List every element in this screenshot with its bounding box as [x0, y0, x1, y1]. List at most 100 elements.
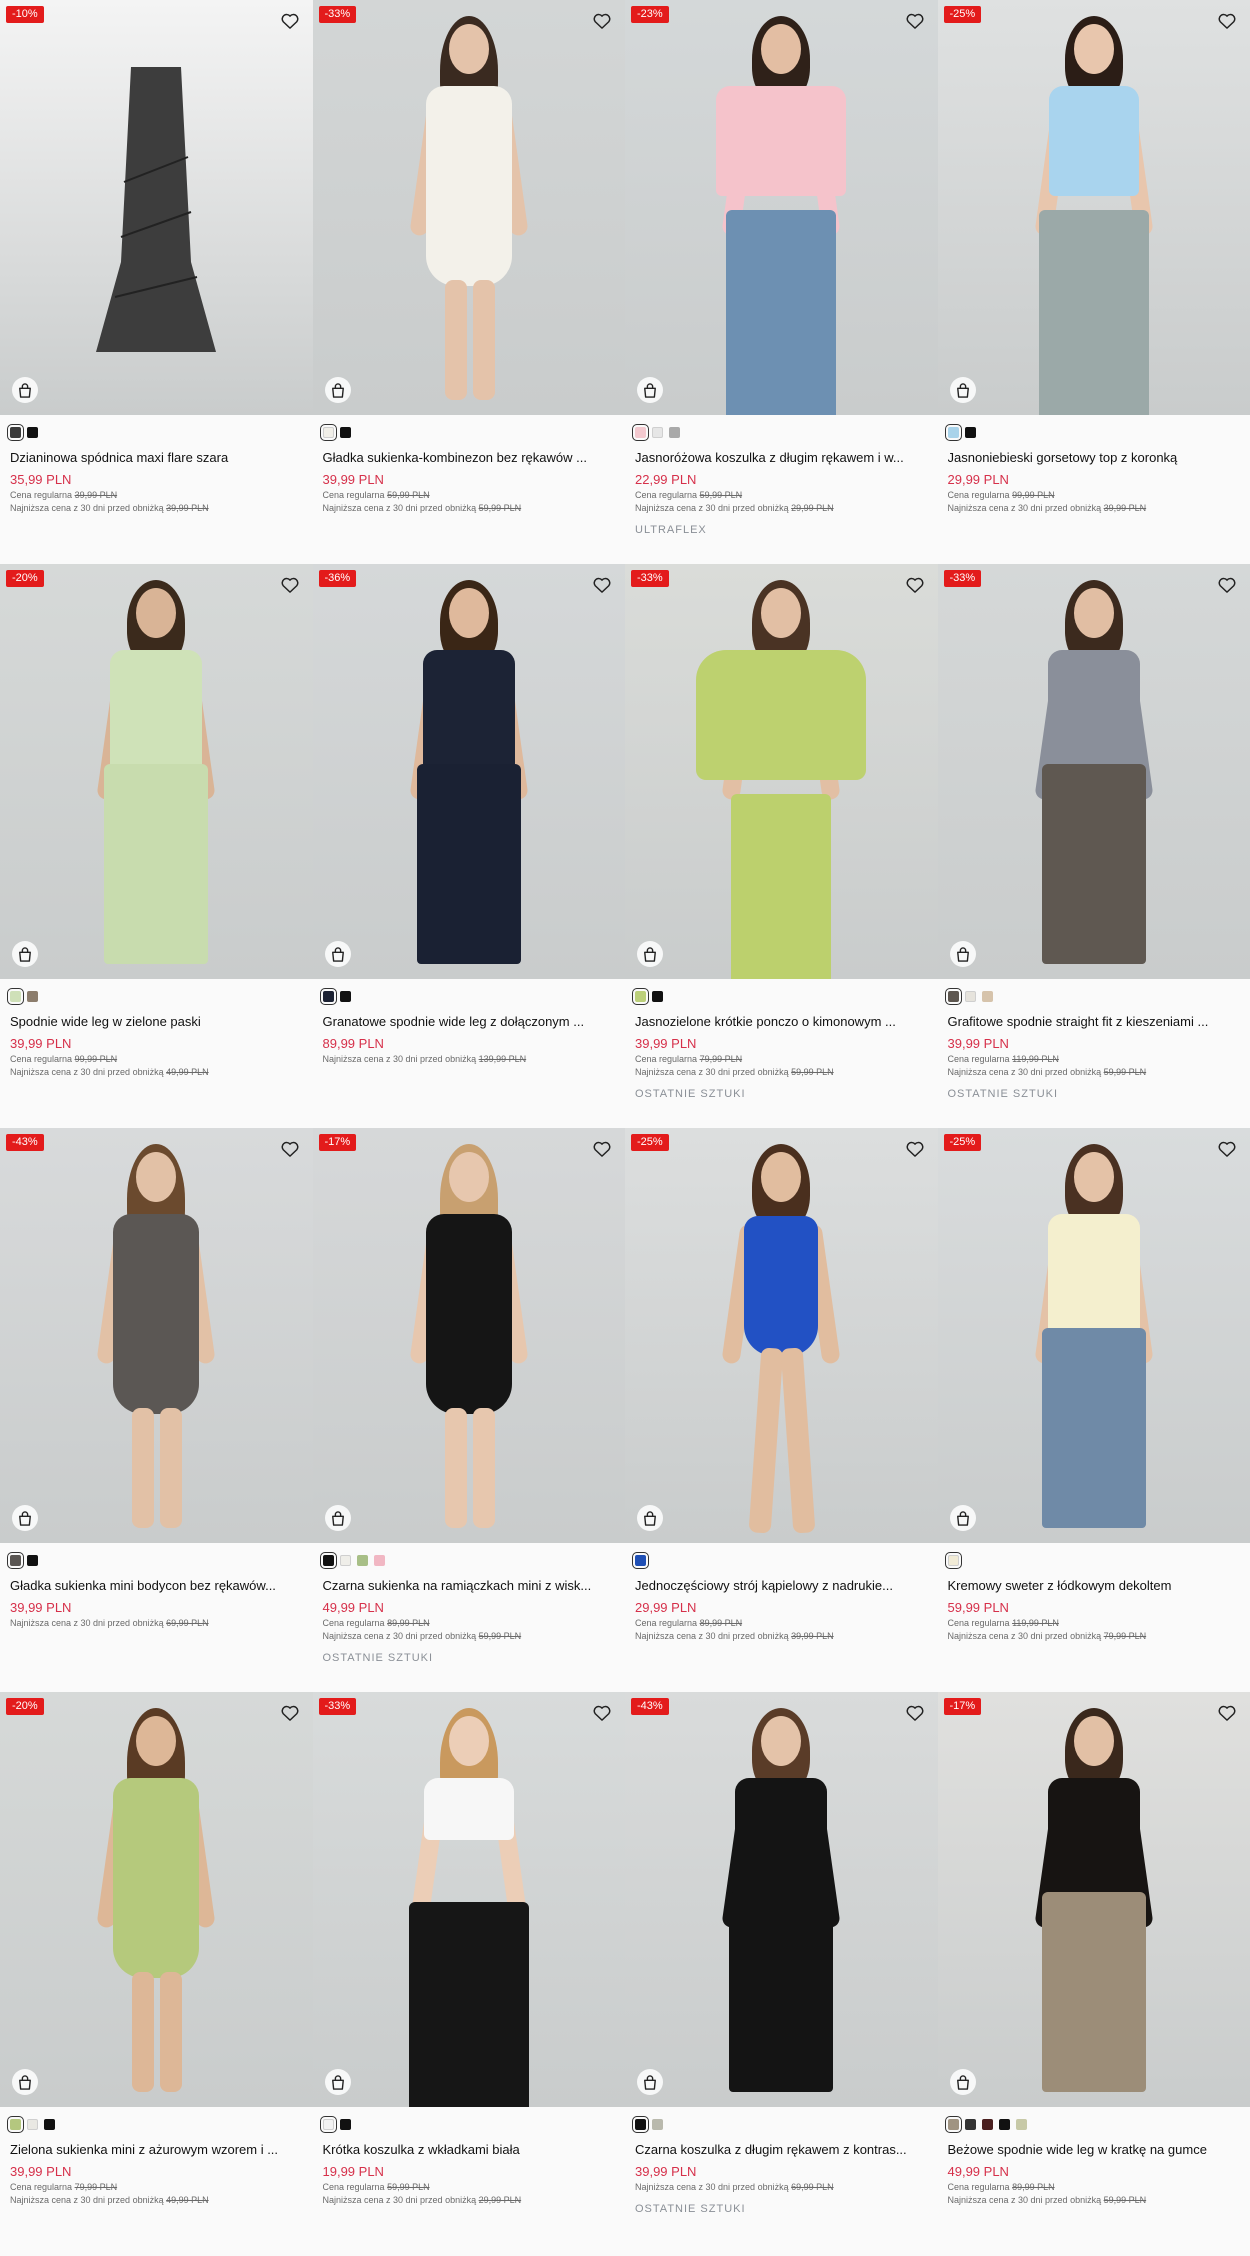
color-swatch[interactable] [965, 2119, 976, 2130]
heart-icon[interactable] [591, 10, 613, 32]
color-swatch[interactable] [27, 2119, 38, 2130]
heart-icon[interactable] [591, 1702, 613, 1724]
product-card[interactable]: -17% Czarna sukienka na ramiączkach mini … [313, 1128, 626, 1692]
color-swatch[interactable] [948, 2119, 959, 2130]
shopping-bag-icon[interactable] [637, 941, 663, 967]
product-image[interactable]: -33% [313, 0, 626, 415]
product-name[interactable]: Czarna koszulka z długim rękawem z kontr… [635, 2142, 928, 2158]
product-image[interactable]: -17% [938, 1692, 1250, 2107]
product-name[interactable]: Grafitowe spodnie straight fit z kieszen… [948, 1014, 1241, 1030]
product-name[interactable]: Granatowe spodnie wide leg z dołączonym … [323, 1014, 616, 1030]
shopping-bag-icon[interactable] [12, 377, 38, 403]
color-swatch[interactable] [965, 991, 976, 1002]
color-swatch[interactable] [635, 427, 646, 438]
shopping-bag-icon[interactable] [12, 941, 38, 967]
color-swatch[interactable] [635, 2119, 646, 2130]
product-image[interactable]: -17% [313, 1128, 626, 1543]
product-name[interactable]: Jasnoróżowa koszulka z długim rękawem i … [635, 450, 928, 466]
heart-icon[interactable] [279, 1702, 301, 1724]
shopping-bag-icon[interactable] [637, 1505, 663, 1531]
product-image[interactable]: -10% [0, 0, 313, 415]
product-image[interactable]: -33% [313, 1692, 626, 2107]
color-swatch[interactable] [652, 991, 663, 1002]
shopping-bag-icon[interactable] [325, 1505, 351, 1531]
product-card[interactable]: -25%Jednoczęściowy strój kąpielowy z nad… [625, 1128, 938, 1692]
shopping-bag-icon[interactable] [637, 377, 663, 403]
product-card[interactable]: -20% Zielona sukienka mini z ażurowym wzo… [0, 1692, 313, 2256]
color-swatch[interactable] [10, 1555, 21, 1566]
heart-icon[interactable] [591, 1138, 613, 1160]
heart-icon[interactable] [591, 574, 613, 596]
heart-icon[interactable] [1216, 574, 1238, 596]
color-swatch[interactable] [982, 2119, 993, 2130]
product-card[interactable]: -25% Jasnoniebieski gorsetowy top z koron… [938, 0, 1250, 564]
product-name[interactable]: Jednoczęściowy strój kąpielowy z nadruki… [635, 1578, 928, 1594]
shopping-bag-icon[interactable] [637, 2069, 663, 2095]
product-image[interactable]: -43% [625, 1692, 938, 2107]
color-swatch[interactable] [669, 427, 680, 438]
shopping-bag-icon[interactable] [12, 1505, 38, 1531]
product-image[interactable]: -25% [938, 0, 1250, 415]
product-card[interactable]: -10% Dzianinowa spódnica maxi flare szara… [0, 0, 313, 564]
color-swatch[interactable] [635, 991, 646, 1002]
product-image[interactable]: -33% [625, 564, 938, 979]
heart-icon[interactable] [1216, 1702, 1238, 1724]
product-name[interactable]: Gładka sukienka-kombinezon bez rękawów .… [323, 450, 616, 466]
product-image[interactable]: -20% [0, 1692, 313, 2107]
color-swatch[interactable] [999, 2119, 1010, 2130]
product-image[interactable]: -25% [938, 1128, 1250, 1543]
product-card[interactable]: -43%Gładka sukienka mini bodycon bez ręk… [0, 1128, 313, 1692]
heart-icon[interactable] [279, 1138, 301, 1160]
color-swatch[interactable] [323, 2119, 334, 2130]
color-swatch[interactable] [340, 991, 351, 1002]
color-swatch[interactable] [10, 991, 21, 1002]
product-card[interactable]: -17% Beżowe spodnie wide leg w kratkę na … [938, 1692, 1250, 2256]
product-name[interactable]: Czarna sukienka na ramiączkach mini z wi… [323, 1578, 616, 1594]
product-name[interactable]: Kremowy sweter z łódkowym dekoltem [948, 1578, 1241, 1594]
shopping-bag-icon[interactable] [950, 377, 976, 403]
color-swatch[interactable] [965, 427, 976, 438]
product-name[interactable]: Beżowe spodnie wide leg w kratkę na gumc… [948, 2142, 1241, 2158]
color-swatch[interactable] [357, 1555, 368, 1566]
color-swatch[interactable] [323, 991, 334, 1002]
shopping-bag-icon[interactable] [325, 941, 351, 967]
product-name[interactable]: Jasnozielone krótkie ponczo o kimonowym … [635, 1014, 928, 1030]
color-swatch[interactable] [323, 427, 334, 438]
color-swatch[interactable] [323, 1555, 334, 1566]
shopping-bag-icon[interactable] [950, 2069, 976, 2095]
heart-icon[interactable] [904, 1702, 926, 1724]
color-swatch[interactable] [948, 1555, 959, 1566]
product-name[interactable]: Zielona sukienka mini z ażurowym wzorem … [10, 2142, 303, 2158]
color-swatch[interactable] [10, 427, 21, 438]
product-name[interactable]: Jasnoniebieski gorsetowy top z koronką [948, 450, 1241, 466]
product-name[interactable]: Spodnie wide leg w zielone paski [10, 1014, 303, 1030]
product-card[interactable]: -33%Grafitowe spodnie straight fit z kie… [938, 564, 1250, 1128]
shopping-bag-icon[interactable] [950, 941, 976, 967]
heart-icon[interactable] [1216, 1138, 1238, 1160]
product-card[interactable]: -33% Jasnozielone krótkie ponczo o kimono… [625, 564, 938, 1128]
heart-icon[interactable] [904, 1138, 926, 1160]
color-swatch[interactable] [982, 991, 993, 1002]
color-swatch[interactable] [652, 427, 663, 438]
color-swatch[interactable] [27, 1555, 38, 1566]
heart-icon[interactable] [279, 10, 301, 32]
shopping-bag-icon[interactable] [12, 2069, 38, 2095]
product-card[interactable]: -33%Krótka koszulka z wkładkami biała19,… [313, 1692, 626, 2256]
product-image[interactable]: -43% [0, 1128, 313, 1543]
color-swatch[interactable] [27, 427, 38, 438]
product-name[interactable]: Dzianinowa spódnica maxi flare szara [10, 450, 303, 466]
color-swatch[interactable] [652, 2119, 663, 2130]
product-image[interactable]: -36% [313, 564, 626, 979]
product-card[interactable]: -25%Kremowy sweter z łódkowym dekoltem59… [938, 1128, 1250, 1692]
product-card[interactable]: -33% Gładka sukienka-kombinezon bez rękaw… [313, 0, 626, 564]
product-name[interactable]: Krótka koszulka z wkładkami biała [323, 2142, 616, 2158]
color-swatch[interactable] [635, 1555, 646, 1566]
heart-icon[interactable] [904, 574, 926, 596]
shopping-bag-icon[interactable] [325, 377, 351, 403]
product-card[interactable]: -36% Granatowe spodnie wide leg z dołączo… [313, 564, 626, 1128]
color-swatch[interactable] [948, 991, 959, 1002]
product-card[interactable]: -20%Spodnie wide leg w zielone paski39,9… [0, 564, 313, 1128]
color-swatch[interactable] [948, 427, 959, 438]
shopping-bag-icon[interactable] [325, 2069, 351, 2095]
heart-icon[interactable] [904, 10, 926, 32]
